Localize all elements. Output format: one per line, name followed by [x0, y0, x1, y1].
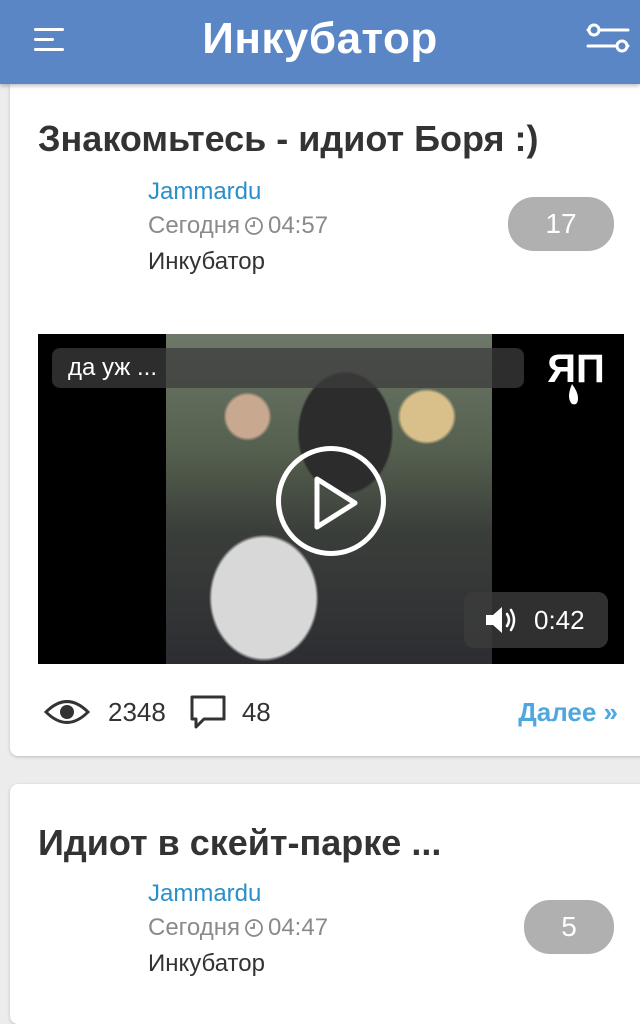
post-card: Знакомьтесь - идиот Боря :) Jammardu Сег…: [10, 84, 640, 756]
video-player[interactable]: да уж ... ЯП 0:42: [38, 334, 624, 664]
filter-sliders-icon[interactable]: [584, 20, 632, 56]
page-title: Инкубатор: [202, 14, 438, 63]
rating-badge[interactable]: 17: [508, 197, 614, 251]
post-timestamp: Сегодня 04:57: [148, 212, 328, 240]
post-title[interactable]: Идиот в скейт-парке ...: [38, 822, 441, 864]
comment-icon[interactable]: [188, 694, 228, 730]
logo-text: ЯП: [547, 347, 605, 391]
clock-icon: [245, 217, 263, 235]
top-app-bar: Инкубатор: [0, 0, 640, 84]
post-date: Сегодня: [148, 212, 240, 239]
post-time: 04:47: [267, 914, 329, 941]
read-more-link[interactable]: Далее »: [518, 697, 618, 728]
post-author-link[interactable]: Jammardu: [148, 880, 261, 908]
play-button[interactable]: [276, 446, 386, 556]
video-duration-box[interactable]: 0:42: [464, 592, 608, 648]
views-count: 2348: [108, 696, 166, 727]
volume-icon[interactable]: [484, 605, 518, 635]
eye-icon: [44, 700, 90, 724]
play-icon: [314, 476, 358, 530]
post-category-link[interactable]: Инкубатор: [148, 248, 265, 276]
post-timestamp: Сегодня 04:47: [148, 914, 328, 942]
post-time: 04:57: [267, 212, 329, 239]
post-author-link[interactable]: Jammardu: [148, 178, 261, 206]
post-date: Сегодня: [148, 914, 240, 941]
video-caption: да уж ...: [52, 348, 524, 388]
post-category-link[interactable]: Инкубатор: [148, 950, 265, 978]
post-title[interactable]: Знакомьтесь - идиот Боря :): [38, 118, 539, 160]
rating-badge[interactable]: 5: [524, 900, 614, 954]
yap-logo-icon: ЯП: [538, 346, 614, 412]
video-duration: 0:42: [534, 604, 585, 635]
post-card: Идиот в скейт-парке ... Jammardu Сегодня…: [10, 784, 640, 1024]
post-stats: 2348 48 Далее »: [38, 692, 618, 732]
clock-icon: [245, 919, 263, 937]
comments-count[interactable]: 48: [242, 697, 271, 728]
